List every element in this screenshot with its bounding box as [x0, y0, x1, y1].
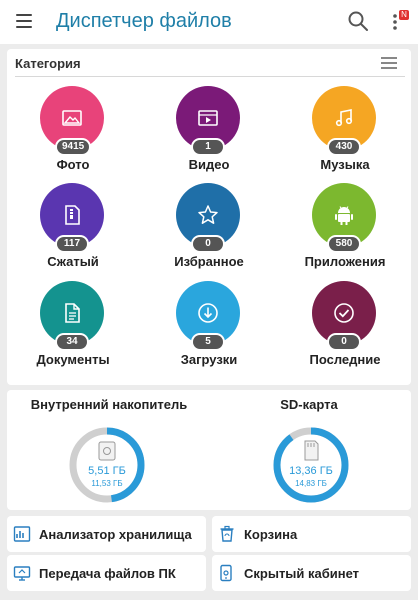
hidden-cabinet-button[interactable]: Скрытый кабинет — [212, 555, 411, 591]
phone-storage-icon — [98, 441, 116, 461]
category-label: Загрузки — [180, 352, 238, 367]
internal-storage-ring[interactable]: 5,51 ГБ 11,53 ГБ — [68, 426, 146, 504]
overflow-menu-button[interactable]: N — [390, 9, 412, 35]
divider — [15, 76, 405, 77]
pc-transfer-icon — [13, 566, 31, 581]
internal-storage-title: Внутренний накопитель — [30, 397, 188, 412]
app-title: Диспетчер файлов — [56, 10, 232, 32]
download-icon — [198, 303, 218, 323]
sd-total: 14,83 ГБ — [295, 479, 327, 488]
trash-icon — [220, 525, 234, 542]
document-icon — [65, 303, 80, 323]
hidden-cabinet-icon — [220, 564, 232, 582]
category-label: Последние — [309, 352, 381, 367]
category-video[interactable]: 1 Видео — [149, 86, 269, 178]
count-badge: 430 — [329, 140, 359, 154]
app-bar: Диспетчер файлов N — [0, 0, 418, 44]
hidden-cabinet-label: Скрытый кабинет — [244, 566, 360, 581]
category-favorites[interactable]: 0 Избранное — [149, 183, 269, 275]
video-icon — [198, 110, 218, 126]
count-badge: 580 — [329, 237, 359, 251]
category-photos[interactable]: 9415 Фото — [13, 86, 133, 178]
count-badge: 117 — [57, 237, 87, 251]
sd-card-icon — [304, 440, 319, 461]
archive-icon — [65, 205, 80, 225]
notification-badge: N — [399, 10, 409, 20]
storage-analyzer-button[interactable]: Анализатор хранилища — [7, 516, 206, 552]
star-icon — [198, 205, 218, 224]
trash-label: Корзина — [244, 527, 298, 542]
category-label: Фото — [56, 157, 90, 172]
category-recent[interactable]: 0 Последние — [285, 281, 405, 373]
storage-analyzer-label: Анализатор хранилища — [39, 527, 192, 542]
internal-total: 11,53 ГБ — [91, 479, 123, 488]
category-label: Музыка — [320, 157, 370, 172]
category-label: Приложения — [304, 254, 386, 269]
sd-card-ring[interactable]: 13,36 ГБ 14,83 ГБ — [272, 426, 350, 504]
recent-check-icon — [334, 303, 354, 323]
count-badge: 1 — [193, 140, 223, 154]
music-note-icon — [335, 109, 353, 127]
internal-used: 5,51 ГБ — [88, 465, 126, 477]
category-label: Документы — [36, 352, 110, 367]
search-icon[interactable] — [346, 9, 370, 33]
trash-button[interactable]: Корзина — [212, 516, 411, 552]
category-label: Избранное — [174, 254, 244, 269]
android-icon — [335, 206, 353, 225]
category-apps[interactable]: 580 Приложения — [285, 183, 405, 275]
category-downloads[interactable]: 5 Загрузки — [149, 281, 269, 373]
category-archive[interactable]: 117 Сжатый — [13, 183, 133, 275]
pc-transfer-label: Передача файлов ПК — [39, 566, 176, 581]
sd-card-title: SD-карта — [280, 397, 338, 412]
category-music[interactable]: 430 Музыка — [285, 86, 405, 178]
count-badge: 9415 — [57, 140, 90, 154]
category-card: Категория 9415 Фото 1 Видео 430 Музыка 1… — [7, 49, 411, 385]
category-documents[interactable]: 34 Документы — [13, 281, 133, 373]
category-label: Сжатый — [47, 254, 99, 269]
count-badge: 34 — [57, 335, 87, 349]
sd-used: 13,36 ГБ — [289, 465, 333, 477]
pc-transfer-button[interactable]: Передача файлов ПК — [7, 555, 206, 591]
storage-card: Внутренний накопитель SD-карта 5,51 ГБ 1… — [7, 390, 411, 510]
count-badge: 0 — [193, 237, 223, 251]
count-badge: 5 — [193, 335, 223, 349]
list-view-icon[interactable] — [381, 56, 397, 70]
menu-icon[interactable] — [16, 14, 32, 28]
category-header: Категория — [15, 56, 81, 71]
category-label: Видео — [188, 157, 230, 172]
storage-analyzer-icon — [13, 526, 31, 542]
count-badge: 0 — [329, 335, 359, 349]
image-icon — [62, 110, 82, 126]
